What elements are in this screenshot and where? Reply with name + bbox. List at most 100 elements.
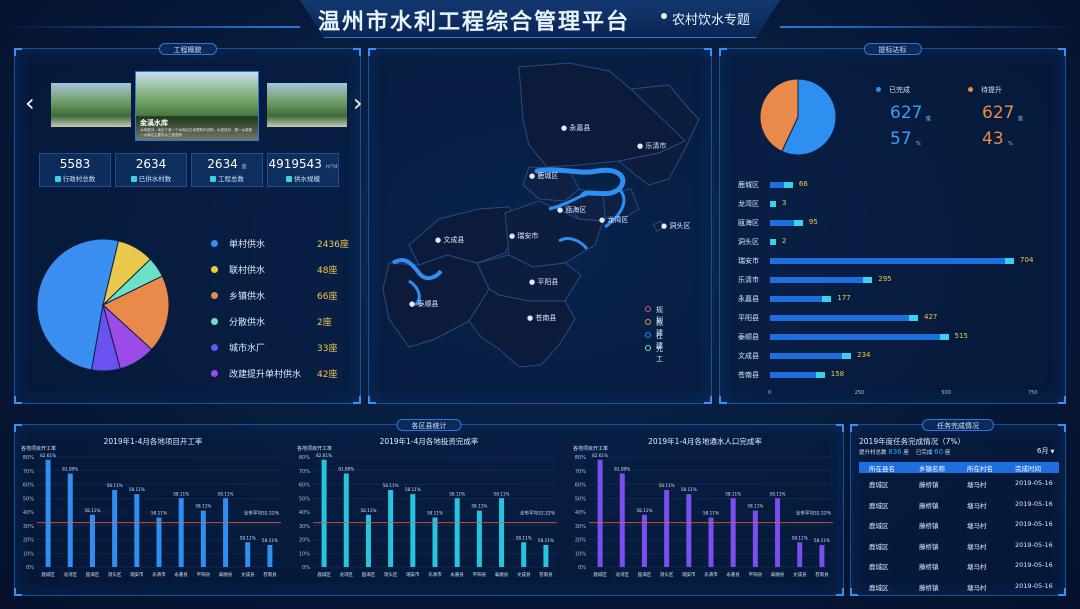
bar[interactable]	[619, 473, 625, 568]
bar[interactable]	[321, 459, 327, 567]
map-label-dongtou[interactable]: ● 洞头区	[661, 221, 690, 231]
panel-title: 提标达标	[863, 43, 922, 55]
legend-item: 乡镇供水 66座	[211, 289, 361, 315]
bar[interactable]	[343, 473, 349, 568]
bar[interactable]	[521, 542, 527, 567]
bar-row[interactable]: 乐清市 295	[720, 274, 1050, 286]
done-count: 627	[890, 103, 923, 123]
bar[interactable]	[410, 494, 416, 567]
bar-row[interactable]: 永嘉县 177	[720, 293, 1050, 305]
table-row[interactable]: 鹿城区 藤桥镇 塘马村 2019-05-16	[859, 475, 1059, 495]
x-tick-label: 苍南县	[815, 571, 829, 578]
carousel-prev-icon[interactable]: ‹	[25, 89, 35, 117]
bar[interactable]	[686, 494, 692, 567]
map-label-ouhai[interactable]: ● 瓯海区	[557, 205, 586, 215]
x-tick-label: 文成县	[517, 571, 531, 578]
bar[interactable]	[752, 510, 758, 567]
legend-label: 分散供水	[229, 318, 266, 328]
bar[interactable]	[708, 517, 714, 568]
map-label-longwan[interactable]: ● 龙湾区	[599, 215, 628, 225]
header-line	[0, 26, 300, 28]
map-label-ruian[interactable]: ● 瑞安市	[509, 231, 538, 241]
bar[interactable]	[454, 498, 460, 567]
bar-row[interactable]: 鹿城区 66	[720, 179, 1050, 191]
bar[interactable]	[797, 542, 803, 567]
bar[interactable]	[432, 517, 438, 568]
bar-row[interactable]: 平阳县 427	[720, 312, 1050, 324]
water-population-rate-bar-chart: 0% 10% 20% 30% 40% 50% 60% 70% 80% 82.61% 鹿城区 81.89…	[575, 453, 833, 578]
bar-value: 95	[808, 218, 818, 226]
bar-row[interactable]: 苍南县 158	[720, 369, 1050, 381]
table-row[interactable]: 鹿城区 藤桥镇 塘马村 2019-05-16	[859, 516, 1059, 536]
table-cell: 塘马村	[967, 522, 987, 530]
table-cell: 鹿城区	[869, 563, 889, 571]
corner	[353, 48, 361, 56]
x-tick-label: 鹿城区	[41, 571, 55, 578]
bar[interactable]	[499, 498, 505, 567]
done-percent: 57	[890, 129, 912, 149]
x-tick-label: 瑞安市	[406, 571, 420, 578]
bar[interactable]	[245, 542, 251, 567]
legend-item: 改建提升单村供水 42座	[211, 367, 361, 393]
map-label-yongjia[interactable]: ● 永嘉县	[561, 123, 590, 133]
bar[interactable]	[543, 545, 549, 567]
bar[interactable]	[200, 510, 206, 567]
plan-value: 836	[888, 448, 902, 456]
bar[interactable]	[156, 517, 162, 568]
bar-label: 瓯海区	[738, 219, 759, 227]
bar[interactable]	[664, 490, 670, 567]
bar[interactable]	[223, 498, 229, 567]
bar[interactable]	[45, 459, 51, 567]
bar-row[interactable]: 文成县 234	[720, 350, 1050, 362]
carousel-next-icon[interactable]: ›	[353, 89, 363, 117]
table-row[interactable]: 鹿城区 藤桥镇 塘马村 2019-05-16	[859, 557, 1059, 577]
bar[interactable]	[730, 498, 736, 567]
bar[interactable]	[112, 490, 118, 567]
map-label-yueqing[interactable]: ● 乐清市	[637, 141, 666, 151]
bar[interactable]	[267, 545, 273, 567]
y-tick-label: 10%	[299, 551, 310, 557]
data-label: 58.11%	[792, 535, 808, 540]
carousel-thumbnail[interactable]	[267, 83, 347, 127]
bar-row[interactable]: 龙湾区 3	[720, 198, 1050, 210]
bar[interactable]	[819, 545, 825, 567]
bar-label: 平阳县	[738, 314, 759, 322]
month-select[interactable]: 6月 ▼	[1037, 446, 1054, 456]
table-row[interactable]: 鹿城区 藤桥镇 塘马村 2019-05-16	[859, 496, 1059, 516]
map-label-wencheng[interactable]: ● 文成县	[435, 235, 464, 245]
corner	[14, 48, 22, 56]
stat-value: 5583	[40, 157, 110, 171]
x-tick-label: 鹿城区	[317, 571, 331, 578]
stat-label: 工程总数	[192, 173, 262, 183]
map-label-taishun[interactable]: ● 泰顺县	[409, 299, 438, 309]
bar[interactable]	[178, 498, 184, 567]
bar[interactable]	[388, 490, 394, 567]
stat-value: 4919543 m³/d	[268, 157, 338, 171]
table-row[interactable]: 鹿城区 藤桥镇 塘马村 2019-05-16	[859, 578, 1059, 598]
bar-label: 鹿城区	[738, 181, 759, 189]
bar-row[interactable]: 瓯海区 95	[720, 217, 1050, 229]
bar-row[interactable]: 泰顺县 515	[720, 331, 1050, 343]
map-label-cangnan[interactable]: ● 苍南县	[527, 313, 556, 323]
column-header: 所在县名	[869, 465, 895, 473]
map-label-pingyang[interactable]: ● 平阳县	[529, 277, 558, 287]
stat-label-text: 行政村总数	[62, 175, 96, 183]
status-ring-icon	[645, 306, 651, 312]
stat-label-text: 供水规模	[294, 175, 320, 183]
carousel-featured-image[interactable]: 金溪水库 水库概况：地处于某一个水库区位地理条件说明，水质良好，第一水源第一水库…	[135, 71, 259, 141]
bar-row[interactable]: 瑞安市 704	[720, 255, 1050, 267]
region-name: 龙湾区	[607, 216, 629, 224]
bar-row[interactable]: 洞头区 2	[720, 236, 1050, 248]
bar[interactable]	[134, 494, 140, 567]
table-row[interactable]: 鹿城区 藤桥镇 塘马村 2019-05-16	[859, 537, 1059, 557]
map-label-lucheng[interactable]: ● 鹿城区	[529, 171, 558, 181]
y-tick-label: 70%	[575, 469, 586, 475]
legend-label: 乡镇供水	[229, 292, 266, 302]
bar[interactable]	[597, 459, 603, 567]
data-label: 58.11%	[151, 511, 167, 516]
bar[interactable]	[67, 473, 73, 568]
bar[interactable]	[775, 498, 781, 567]
y-tick-label: 0%	[302, 565, 310, 571]
carousel-thumbnail[interactable]	[51, 83, 131, 127]
bar[interactable]	[476, 510, 482, 567]
